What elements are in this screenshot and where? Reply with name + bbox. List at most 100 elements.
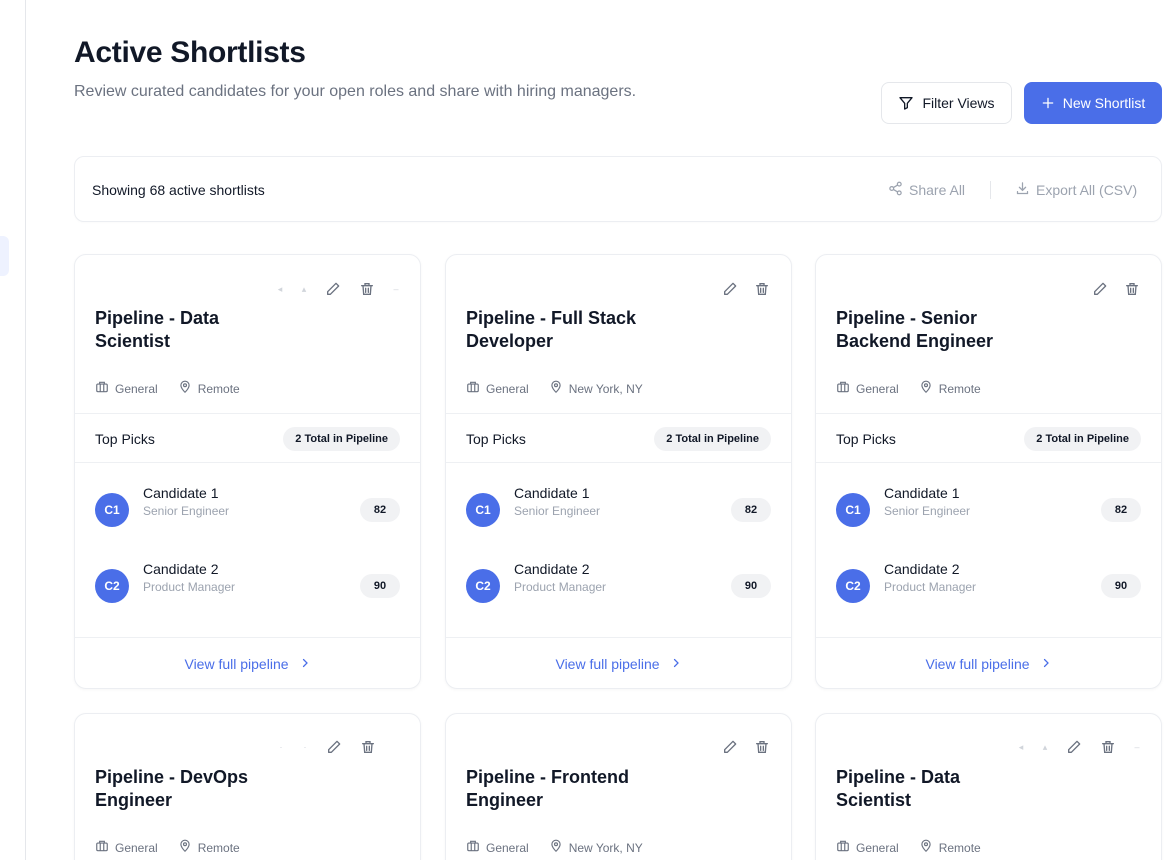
location-label: Remote bbox=[938, 381, 981, 396]
shortlist-card: Pipeline - Senior Backend Engineer Gener… bbox=[815, 254, 1162, 689]
view-full-pipeline-label: View full pipeline bbox=[925, 656, 1030, 672]
score-badge: 82 bbox=[360, 498, 400, 522]
move-left-icon[interactable]: · bbox=[277, 742, 285, 752]
new-shortlist-label: New Shortlist bbox=[1062, 95, 1146, 111]
card-title: Pipeline - Data Scientist bbox=[836, 767, 961, 810]
move-up-icon[interactable]: ▴ bbox=[300, 284, 308, 295]
view-full-pipeline-link[interactable]: View full pipeline bbox=[816, 656, 1161, 672]
candidate-name: Candidate 1 bbox=[143, 485, 219, 501]
plus-icon bbox=[1041, 96, 1055, 110]
page-subtitle: Review curated candidates for your open … bbox=[74, 83, 637, 100]
score-badge: 90 bbox=[731, 574, 771, 598]
candidate-row[interactable]: C2 Candidate 2 Product Manager 90 bbox=[75, 549, 420, 625]
trash-icon[interactable] bbox=[753, 280, 771, 298]
view-full-pipeline-label: View full pipeline bbox=[555, 656, 660, 672]
pencil-icon[interactable] bbox=[1065, 738, 1083, 756]
candidate-row[interactable]: C2 Candidate 2 Product Manager 90 bbox=[816, 549, 1161, 625]
candidate-row[interactable]: C1 Candidate 1 Senior Engineer 82 bbox=[816, 473, 1161, 549]
department-label: General bbox=[115, 381, 158, 396]
score-badge: 90 bbox=[360, 574, 400, 598]
candidate-name: Candidate 2 bbox=[514, 561, 590, 577]
sidebar-active-indicator[interactable] bbox=[0, 236, 9, 276]
shortlist-card: Pipeline - Frontend Engineer General New… bbox=[445, 713, 792, 860]
pencil-icon[interactable] bbox=[325, 738, 343, 756]
candidate-role: Product Manager bbox=[884, 580, 977, 594]
avatar: C1 bbox=[95, 493, 129, 527]
toolbar-divider bbox=[990, 181, 991, 199]
pencil-icon[interactable] bbox=[721, 738, 739, 756]
map-pin-icon bbox=[549, 380, 563, 397]
trash-icon[interactable] bbox=[359, 738, 377, 756]
pipeline-total-badge: 2 Total in Pipeline bbox=[283, 427, 400, 451]
score-badge: 90 bbox=[1101, 574, 1141, 598]
trash-icon[interactable] bbox=[753, 738, 771, 756]
trash-icon[interactable] bbox=[358, 280, 376, 298]
share-all-button[interactable]: Share All bbox=[888, 181, 965, 199]
shortlist-card: ◂ ▴ – Pipeline - Data Scientist General … bbox=[815, 713, 1162, 860]
top-picks-label: Top Picks bbox=[836, 431, 896, 447]
candidate-role: Senior Engineer bbox=[514, 504, 601, 518]
map-pin-icon bbox=[919, 839, 933, 856]
pencil-icon[interactable] bbox=[1091, 280, 1109, 298]
move-left-icon[interactable]: ◂ bbox=[276, 284, 284, 295]
card-title: Pipeline - DevOps Engineer bbox=[95, 767, 249, 810]
view-full-pipeline-link[interactable]: View full pipeline bbox=[75, 656, 420, 672]
department-label: General bbox=[856, 840, 899, 855]
location-label: New York, NY bbox=[568, 381, 643, 396]
pencil-icon[interactable] bbox=[721, 280, 739, 298]
shortlist-card: ◂ ▴ – Pipeline - Data Scientist General … bbox=[74, 254, 421, 689]
location-label: Remote bbox=[197, 381, 240, 396]
more-icon[interactable]: – bbox=[392, 284, 400, 294]
card-title: Pipeline - Frontend Engineer bbox=[466, 767, 630, 810]
sidebar bbox=[0, 0, 26, 860]
pencil-icon[interactable] bbox=[324, 280, 342, 298]
share-icon bbox=[888, 181, 903, 199]
new-shortlist-button[interactable]: New Shortlist bbox=[1024, 82, 1162, 124]
page-title: Active Shortlists bbox=[74, 36, 306, 69]
department-label: General bbox=[486, 381, 529, 396]
candidate-role: Product Manager bbox=[143, 580, 236, 594]
more-icon[interactable]: – bbox=[1133, 742, 1141, 752]
shortlist-card: · · Pipeline - DevOps Engineer General R… bbox=[74, 713, 421, 860]
avatar: C2 bbox=[836, 569, 870, 603]
shortlist-card: Pipeline - Full Stack Developer General … bbox=[445, 254, 792, 689]
briefcase-icon bbox=[466, 839, 480, 856]
candidate-row[interactable]: C2 Candidate 2 Product Manager 90 bbox=[446, 549, 791, 625]
candidate-row[interactable]: C1 Candidate 1 Senior Engineer 82 bbox=[75, 473, 420, 549]
map-pin-icon bbox=[178, 839, 192, 856]
filter-views-label: Filter Views bbox=[922, 95, 995, 111]
filter-views-button[interactable]: Filter Views bbox=[881, 82, 1012, 124]
move-up-icon[interactable]: · bbox=[301, 742, 309, 752]
candidate-name: Candidate 2 bbox=[143, 561, 219, 577]
card-title: Pipeline - Full Stack Developer bbox=[466, 308, 637, 351]
avatar: C2 bbox=[95, 569, 129, 603]
view-full-pipeline-link[interactable]: View full pipeline bbox=[446, 656, 791, 672]
department-label: General bbox=[115, 840, 158, 855]
department-label: General bbox=[486, 840, 529, 855]
shortlist-count: Showing 68 active shortlists bbox=[92, 182, 265, 198]
filter-icon bbox=[898, 95, 914, 111]
avatar: C1 bbox=[836, 493, 870, 527]
candidate-role: Senior Engineer bbox=[143, 504, 230, 518]
chevron-right-icon bbox=[1040, 656, 1052, 672]
view-full-pipeline-label: View full pipeline bbox=[184, 656, 289, 672]
candidate-role: Senior Engineer bbox=[884, 504, 971, 518]
download-icon bbox=[1015, 181, 1030, 199]
briefcase-icon bbox=[95, 380, 109, 397]
location-label: Remote bbox=[938, 840, 981, 855]
share-all-label: Share All bbox=[909, 182, 966, 198]
candidate-name: Candidate 1 bbox=[514, 485, 590, 501]
move-left-icon[interactable]: ◂ bbox=[1017, 742, 1025, 753]
move-up-icon[interactable]: ▴ bbox=[1041, 742, 1049, 753]
briefcase-icon bbox=[95, 839, 109, 856]
briefcase-icon bbox=[466, 380, 480, 397]
location-label: Remote bbox=[197, 840, 240, 855]
trash-icon[interactable] bbox=[1099, 738, 1117, 756]
export-all-button[interactable]: Export All (CSV) bbox=[1015, 181, 1137, 199]
trash-icon[interactable] bbox=[1123, 280, 1141, 298]
avatar: C1 bbox=[466, 493, 500, 527]
map-pin-icon bbox=[178, 380, 192, 397]
location-label: New York, NY bbox=[568, 840, 643, 855]
top-picks-label: Top Picks bbox=[466, 431, 526, 447]
candidate-row[interactable]: C1 Candidate 1 Senior Engineer 82 bbox=[446, 473, 791, 549]
